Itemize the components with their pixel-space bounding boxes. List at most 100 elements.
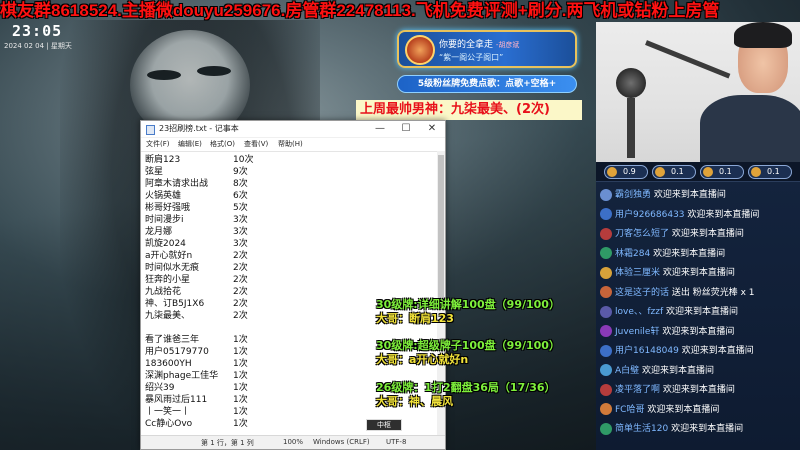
notepad-line-count: 1次 bbox=[233, 383, 248, 393]
chat-text: 欢迎来到本直播间 bbox=[671, 424, 744, 434]
notepad-line-name: 时间似水无痕 bbox=[145, 263, 200, 273]
notepad-scroll-thumb[interactable] bbox=[438, 155, 444, 305]
notepad-line-name: Cc静心Ovo bbox=[145, 419, 193, 429]
rank-badge[interactable]: 0.1 bbox=[700, 165, 744, 179]
chat-username[interactable]: 用户926686433 bbox=[615, 210, 685, 220]
menu-format[interactable]: 格式(O) bbox=[210, 139, 235, 149]
chat-avatar-icon[interactable] bbox=[600, 325, 612, 337]
chat-avatar-icon[interactable] bbox=[600, 364, 612, 376]
task-block-2: 30级牌:超级牌子100盘（99/100） 大哥：a开心就好n bbox=[376, 339, 586, 367]
notepad-line-name: 狂奔的小星 bbox=[145, 275, 191, 285]
last-week-top-fan: 上周最帅男神：九柒最美、(2次) bbox=[356, 100, 582, 120]
notepad-line-name: 九柒最美、 bbox=[145, 311, 191, 321]
maximize-button[interactable]: ☐ bbox=[393, 121, 419, 138]
notepad-line-name: 火锅英雄 bbox=[145, 191, 182, 201]
minimize-button[interactable]: — bbox=[367, 121, 393, 138]
song-avatar-icon bbox=[405, 35, 435, 65]
notepad-line-count: 1次 bbox=[233, 347, 248, 357]
notepad-title: 23招刷榜.txt - 记事本 bbox=[159, 124, 239, 133]
status-cursor-position: 第 1 行，第 1 列 bbox=[201, 439, 254, 447]
song-artist: -胡彦斌 bbox=[495, 41, 520, 49]
rank-avatar-icon bbox=[751, 167, 761, 177]
task-top-donor: 大哥：a开心就好n bbox=[376, 353, 469, 366]
notepad-line-count: 1次 bbox=[233, 407, 248, 417]
chat-text: 欢迎来到本直播间 bbox=[681, 346, 754, 356]
chat-avatar-icon[interactable] bbox=[600, 403, 612, 415]
chat-username[interactable]: A白璧 bbox=[615, 366, 639, 376]
chat-avatar-icon[interactable] bbox=[600, 266, 612, 279]
notepad-line-name: a开心就好n bbox=[145, 251, 193, 261]
chat-avatar-icon[interactable] bbox=[600, 188, 612, 201]
small-overlay-badge: 中枢 bbox=[366, 419, 402, 431]
rank-avatar-icon bbox=[607, 167, 617, 177]
notepad-line-name: 彬哥好强哦 bbox=[145, 203, 191, 213]
menu-file[interactable]: 文件(F) bbox=[146, 139, 170, 149]
chat-text: 欢迎来到本直播间 bbox=[666, 307, 739, 317]
now-playing-card: 你要的全拿走 -胡彦斌 “紫一阁公子阁口” bbox=[397, 30, 577, 68]
chat-username[interactable]: 简单生活120 bbox=[615, 424, 668, 434]
chat-avatar-icon[interactable] bbox=[600, 208, 612, 220]
song-name: 你要的全拿走 bbox=[439, 40, 494, 50]
task-top-donor: 大哥：神、晨风 bbox=[376, 395, 453, 408]
close-button[interactable]: ✕ bbox=[419, 121, 445, 138]
notepad-line-count: 1次 bbox=[233, 359, 248, 369]
notepad-line-count: 6次 bbox=[233, 191, 248, 201]
notepad-line-count: 2次 bbox=[233, 251, 248, 261]
notepad-line-name: 看了谁爸三年 bbox=[145, 335, 200, 345]
notepad-titlebar[interactable]: 23招刷榜.txt - 记事本 — ☐ ✕ bbox=[141, 121, 445, 138]
chat-avatar-icon[interactable] bbox=[600, 383, 612, 396]
task-block-1: 30级牌:详细讲解100盘（99/100） 大哥：断肩123 bbox=[376, 298, 586, 326]
notepad-line-name: 丨一笑一丨 bbox=[145, 407, 191, 417]
chat-username[interactable]: love、、fzzf bbox=[615, 307, 663, 317]
chat-text: 欢迎来到本直播间 bbox=[662, 268, 735, 278]
chat-text: 欢迎来到本直播间 bbox=[662, 385, 735, 395]
notepad-line-name: 绍兴39 bbox=[145, 383, 175, 393]
notepad-menubar: 文件(F) 编辑(E) 格式(O) 查看(V) 帮助(H) bbox=[141, 138, 445, 151]
rank-badge[interactable]: 0.1 bbox=[748, 165, 792, 179]
chat-message: 这是这子的话 送出 粉丝荧光棒 x 1 bbox=[600, 284, 800, 302]
chat-text: 送出 粉丝荧光棒 x 1 bbox=[671, 287, 755, 298]
chat-text: 欢迎来到本直播间 bbox=[662, 326, 735, 337]
notepad-line-count: 1次 bbox=[233, 335, 248, 345]
notepad-line-count: 3次 bbox=[233, 227, 248, 237]
streamer-hair bbox=[734, 22, 792, 48]
rank-badge[interactable]: 0.9 bbox=[604, 165, 648, 179]
chat-avatar-icon[interactable] bbox=[600, 286, 612, 298]
chat-username[interactable]: 林霜284 bbox=[615, 249, 650, 259]
rank-avatar-icon bbox=[655, 167, 665, 177]
chat-username[interactable]: 刀客怎么短了 bbox=[615, 229, 669, 239]
top-scrolling-banner: 棋友群8618524.主播微douyu259676.房管群22478113.飞机… bbox=[0, 1, 720, 20]
menu-help[interactable]: 帮助(H) bbox=[278, 139, 303, 149]
notepad-line-name: 九战拾花 bbox=[145, 287, 182, 297]
chat-avatar-icon[interactable] bbox=[600, 227, 612, 240]
chat-message: 体验三厘米 欢迎来到本直播间 bbox=[600, 264, 800, 282]
notepad-line-name: 断肩123 bbox=[145, 155, 181, 165]
notepad-line-count: 9次 bbox=[233, 167, 248, 177]
chat-username[interactable]: 这是这子的话 bbox=[615, 288, 669, 298]
chat-username[interactable]: 体验三厘米 bbox=[615, 268, 660, 278]
task-top-donor: 大哥：断肩123 bbox=[376, 312, 454, 325]
chat-message: love、、fzzf 欢迎来到本直播间 bbox=[600, 303, 800, 321]
notepad-line-count: 1次 bbox=[233, 419, 248, 429]
notepad-line-count: 8次 bbox=[233, 179, 248, 189]
chat-username[interactable]: 霸剑独勇 bbox=[615, 190, 651, 200]
chat-avatar-icon[interactable] bbox=[600, 305, 612, 318]
chat-username[interactable]: 凌平落了啊 bbox=[615, 385, 660, 395]
chat-avatar-icon[interactable] bbox=[600, 422, 612, 435]
menu-edit[interactable]: 编辑(E) bbox=[178, 139, 202, 149]
chat-avatar-icon[interactable] bbox=[600, 344, 612, 357]
rank-badge[interactable]: 0.1 bbox=[652, 165, 696, 179]
chat-text: 欢迎来到本直播间 bbox=[671, 229, 744, 239]
rank-avatar-icon bbox=[703, 167, 713, 177]
menu-view[interactable]: 查看(V) bbox=[244, 139, 268, 149]
chat-avatar-icon[interactable] bbox=[600, 247, 612, 259]
notepad-line-count: 2次 bbox=[233, 287, 248, 297]
chat-username[interactable]: FC哈哥 bbox=[615, 405, 644, 415]
notepad-line-name: 深渊phage工佳华 bbox=[145, 371, 219, 381]
notepad-line-count: 2次 bbox=[233, 275, 248, 285]
chat-username[interactable]: Juvenile轩 bbox=[615, 327, 659, 337]
chat-panel: 0.9 0.1 0.1 0.1 霸剑独勇 欢迎来到本直播间 用户926686433… bbox=[596, 162, 800, 450]
fan-song-request-pill: 5级粉丝牌免费点歌：点歌+空格+ bbox=[397, 75, 577, 93]
chat-message: A白璧 欢迎来到本直播间 bbox=[600, 362, 800, 380]
chat-username[interactable]: 用户16148049 bbox=[615, 346, 679, 356]
